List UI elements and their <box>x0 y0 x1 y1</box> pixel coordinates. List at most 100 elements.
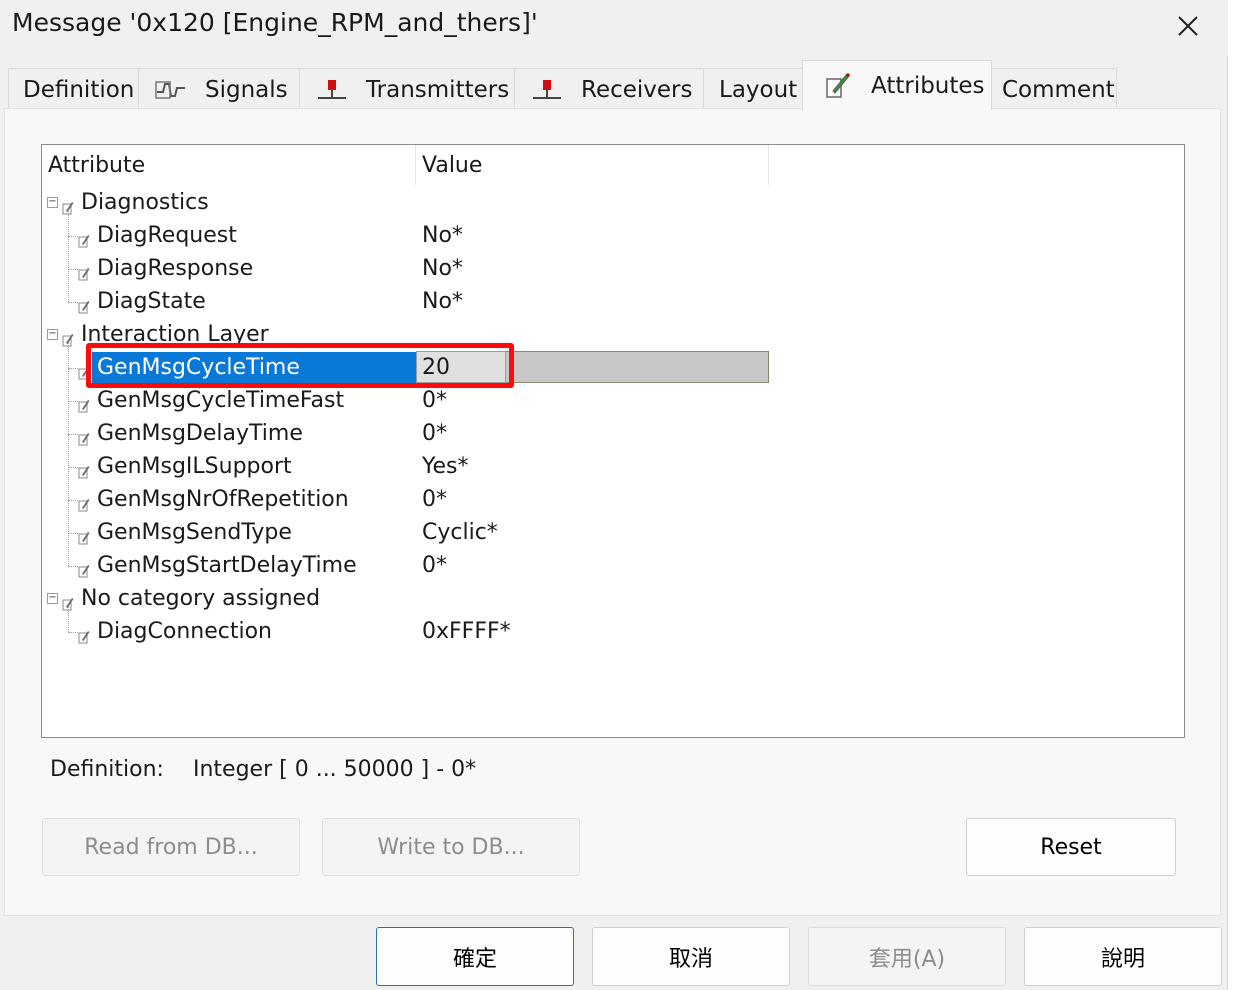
attribute-value[interactable]: 0* <box>422 388 447 413</box>
tab-label: Layout <box>719 76 798 103</box>
attribute-row[interactable]: DiagRequest No* <box>42 220 802 253</box>
category-row[interactable]: − No category assigned <box>42 583 802 616</box>
column-header-attribute[interactable]: Attribute <box>42 145 416 185</box>
attribute-row[interactable]: GenMsgCycleTime 20 <box>42 352 802 385</box>
attribute-value[interactable]: 0xFFFF* <box>422 619 511 644</box>
tab-transmitters[interactable]: Transmitters <box>299 68 515 110</box>
close-icon <box>1178 16 1198 36</box>
tree-connector <box>68 500 78 501</box>
tab-comment[interactable]: Comment <box>991 68 1117 110</box>
attribute-row[interactable]: GenMsgCycleTimeFast 0* <box>42 385 802 418</box>
definition-label: Definition: <box>50 757 164 782</box>
signal-waveform-icon <box>155 77 187 103</box>
attribute-name: Diagnostics <box>81 190 209 215</box>
grid-header: Attribute Value <box>42 145 1184 185</box>
attribute-name: No category assigned <box>81 586 321 611</box>
category-row[interactable]: − Diagnostics <box>42 187 802 220</box>
attribute-value[interactable]: 0* <box>422 421 447 446</box>
attribute-value[interactable]: No* <box>422 256 463 281</box>
attribute-name: DiagResponse <box>97 256 254 281</box>
window-title: Message '0x120 [Engine_RPM_and_thers]' <box>12 8 538 37</box>
tree-connector <box>68 632 78 633</box>
tab-attributes[interactable]: Attributes <box>802 60 992 110</box>
attribute-pencil-icon <box>78 295 90 314</box>
attribute-name: GenMsgCycleTime <box>97 355 300 380</box>
write-to-db-button[interactable]: Write to DB... <box>322 818 580 876</box>
apply-button[interactable]: 套用(A) <box>808 927 1006 986</box>
attribute-row[interactable]: GenMsgNrOfRepetition 0* <box>42 484 802 517</box>
attribute-name: GenMsgSendType <box>97 520 292 545</box>
close-button[interactable] <box>1160 4 1216 48</box>
help-button[interactable]: 說明 <box>1024 927 1222 986</box>
attribute-row[interactable]: DiagResponse No* <box>42 253 802 286</box>
attribute-pencil-icon <box>62 592 74 611</box>
tree-connector <box>68 401 78 402</box>
attribute-pencil-icon <box>78 625 90 644</box>
title-bar: Message '0x120 [Engine_RPM_and_thers]' <box>0 0 1228 56</box>
attribute-row[interactable]: DiagState No* <box>42 286 802 319</box>
attribute-value[interactable]: Cyclic* <box>422 520 498 545</box>
ok-button[interactable]: 確定 <box>376 927 574 986</box>
tab-strip: Definition Signals Transmitters Receiver… <box>8 60 1220 110</box>
message-dialog: Message '0x120 [Engine_RPM_and_thers]' D… <box>0 0 1228 990</box>
attribute-name: GenMsgNrOfRepetition <box>97 487 349 512</box>
read-from-db-button[interactable]: Read from DB... <box>42 818 300 876</box>
tree-connector <box>68 607 69 632</box>
attribute-pencil-icon <box>62 196 74 215</box>
attribute-value[interactable]: 0* <box>422 553 447 578</box>
attribute-value[interactable]: Yes* <box>422 454 469 479</box>
attribute-name: GenMsgDelayTime <box>97 421 303 446</box>
tab-label: Definition <box>23 76 135 103</box>
attribute-row[interactable]: GenMsgSendType Cyclic* <box>42 517 802 550</box>
tree-connector <box>68 269 78 270</box>
attribute-pencil-icon <box>78 427 90 446</box>
tree-connector <box>68 566 78 567</box>
attribute-value[interactable]: No* <box>422 289 463 314</box>
attribute-pencil-icon <box>78 493 90 512</box>
attribute-pencil-icon <box>78 262 90 281</box>
attribute-row[interactable]: GenMsgStartDelayTime 0* <box>42 550 802 583</box>
attribute-row[interactable]: GenMsgILSupport Yes* <box>42 451 802 484</box>
tab-label: Attributes <box>871 72 985 99</box>
tab-definition[interactable]: Definition <box>8 68 139 110</box>
attribute-name: GenMsgCycleTimeFast <box>97 388 345 413</box>
attribute-value[interactable]: No* <box>422 223 463 248</box>
category-row[interactable]: − Interaction Layer <box>42 319 802 352</box>
tree-connector <box>68 368 78 369</box>
tree-connector <box>68 467 78 468</box>
receiver-icon <box>531 77 563 103</box>
tab-layout[interactable]: Layout <box>703 68 803 110</box>
tab-signals[interactable]: Signals <box>138 68 300 110</box>
attribute-pencil-icon <box>78 394 90 413</box>
tab-label: Receivers <box>581 76 693 103</box>
tab-label: Comment <box>1002 76 1115 103</box>
attribute-name: GenMsgStartDelayTime <box>97 553 357 578</box>
attribute-name: DiagRequest <box>97 223 237 248</box>
reset-button[interactable]: Reset <box>966 818 1176 876</box>
collapse-icon[interactable]: − <box>47 593 58 604</box>
attribute-row[interactable]: GenMsgDelayTime 0* <box>42 418 802 451</box>
tree-connector <box>68 211 69 302</box>
tree-connector <box>68 434 78 435</box>
tree-connector <box>68 236 78 237</box>
definition-value: Integer [ 0 ... 50000 ] - 0* <box>193 757 477 782</box>
attribute-pencil-icon <box>78 460 90 479</box>
attribute-row[interactable]: DiagConnection 0xFFFF* <box>42 616 802 649</box>
tree-connector <box>68 343 69 566</box>
attribute-pencil-icon <box>62 328 74 347</box>
collapse-icon[interactable]: − <box>47 329 58 340</box>
attribute-pencil-icon <box>78 526 90 545</box>
column-header-value[interactable]: Value <box>416 145 769 185</box>
cancel-button[interactable]: 取消 <box>592 927 790 986</box>
attribute-value[interactable]: 20 <box>422 355 450 380</box>
tab-receivers[interactable]: Receivers <box>514 68 704 110</box>
collapse-icon[interactable]: − <box>47 197 58 208</box>
attributes-pencil-icon <box>821 72 853 99</box>
tab-label: Signals <box>205 76 288 103</box>
attribute-value[interactable]: 0* <box>422 487 447 512</box>
attribute-name: DiagState <box>97 289 206 314</box>
attribute-pencil-icon <box>78 559 90 578</box>
attribute-name: Interaction Layer <box>81 322 269 347</box>
transmitter-icon <box>316 77 348 103</box>
attribute-pencil-icon <box>78 361 90 380</box>
